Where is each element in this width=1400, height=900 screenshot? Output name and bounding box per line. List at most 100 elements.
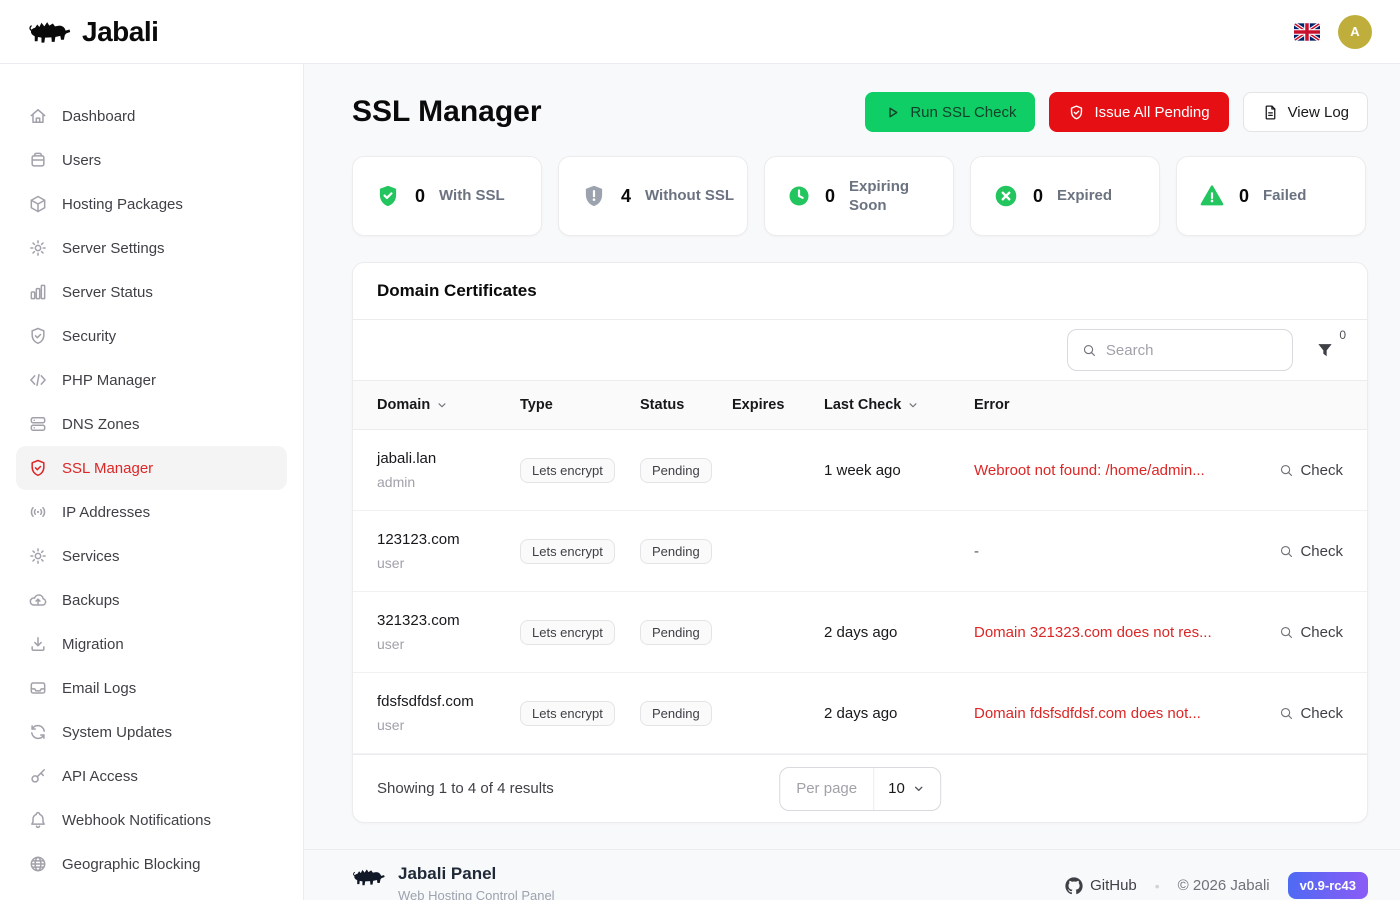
page-title: SSL Manager — [352, 95, 542, 129]
stat-label: Expired — [1057, 186, 1112, 206]
sidebar-item-label: Users — [62, 152, 101, 169]
sidebar-item-webhook-notifications[interactable]: Webhook Notifications — [16, 798, 287, 842]
search-input[interactable] — [1106, 342, 1278, 359]
globe-icon — [28, 854, 48, 874]
users-icon — [28, 150, 48, 170]
type-badge: Lets encrypt — [520, 620, 615, 645]
domain-user: user — [377, 636, 520, 652]
sidebar-item-users[interactable]: Users — [16, 138, 287, 182]
check-button[interactable]: Check — [1233, 543, 1343, 560]
search-icon — [1279, 463, 1294, 478]
sidebar: Dashboard Users Hosting Packages Server … — [0, 64, 304, 900]
sidebar-item-backups[interactable]: Backups — [16, 578, 287, 622]
sidebar-item-migration[interactable]: Migration — [16, 622, 287, 666]
shield-check-icon — [28, 458, 48, 478]
sidebar-item-server-settings[interactable]: Server Settings — [16, 226, 287, 270]
type-badge: Lets encrypt — [520, 701, 615, 726]
github-link[interactable]: GitHub — [1065, 877, 1137, 895]
stat-label: Without SSL — [645, 186, 734, 206]
shield-alert-icon — [581, 183, 607, 209]
bar-chart-icon — [28, 282, 48, 302]
sidebar-item-label: DNS Zones — [62, 416, 140, 433]
sidebar-item-ip-addresses[interactable]: IP Addresses — [16, 490, 287, 534]
cloud-upload-icon — [28, 590, 48, 610]
status-badge: Pending — [640, 620, 712, 645]
table-row: 321323.com user Lets encrypt Pending 2 d… — [353, 592, 1367, 673]
chevron-down-icon — [906, 398, 920, 412]
github-icon — [1065, 877, 1083, 895]
check-button[interactable]: Check — [1233, 705, 1343, 722]
filter-count-badge: 0 — [1339, 328, 1346, 342]
issue-all-pending-button[interactable]: Issue All Pending — [1049, 92, 1228, 132]
table-footer: Showing 1 to 4 of 4 results Per page 10 — [353, 754, 1367, 822]
sidebar-item-server-status[interactable]: Server Status — [16, 270, 287, 314]
table-row: fdsfsdfdsf.com user Lets encrypt Pending… — [353, 673, 1367, 754]
version-badge: v0.9-rc43 — [1288, 872, 1368, 899]
stat-value: 0 — [825, 186, 835, 207]
sidebar-item-php-manager[interactable]: PHP Manager — [16, 358, 287, 402]
sidebar-item-geographic-blocking[interactable]: Geographic Blocking — [16, 842, 287, 886]
sidebar-item-label: Server Status — [62, 284, 153, 301]
type-badge: Lets encrypt — [520, 458, 615, 483]
stat-value: 0 — [1033, 186, 1043, 207]
refresh-icon — [28, 722, 48, 742]
sidebar-item-dns-zones[interactable]: DNS Zones — [16, 402, 287, 446]
check-button[interactable]: Check — [1233, 462, 1343, 479]
code-icon — [28, 370, 48, 390]
domain-user: user — [377, 717, 520, 733]
column-header-domain[interactable]: Domain — [377, 397, 520, 413]
stat-label: Expiring Soon — [849, 177, 943, 216]
card-title: Domain Certificates — [377, 281, 1343, 301]
sidebar-item-hosting-packages[interactable]: Hosting Packages — [16, 182, 287, 226]
sidebar-item-system-updates[interactable]: System Updates — [16, 710, 287, 754]
broadcast-icon — [28, 502, 48, 522]
sidebar-item-label: System Updates — [62, 724, 172, 741]
home-icon — [28, 106, 48, 126]
clock-icon — [787, 183, 811, 209]
stat-card-expiring-soon: 0 Expiring Soon — [764, 156, 954, 236]
sidebar-item-security[interactable]: Security — [16, 314, 287, 358]
filter-button[interactable]: 0 — [1315, 340, 1335, 365]
main-content: SSL Manager Run SSL Check Issue All Pend… — [304, 64, 1400, 900]
user-avatar[interactable]: A — [1338, 15, 1372, 49]
table-row: jabali.lan admin Lets encrypt Pending 1 … — [353, 430, 1367, 511]
sidebar-item-email-logs[interactable]: Email Logs — [16, 666, 287, 710]
stat-label: Failed — [1263, 186, 1306, 206]
sidebar-item-ssl-manager[interactable]: SSL Manager — [16, 446, 287, 490]
search-icon — [1279, 544, 1294, 559]
gear-icon — [28, 546, 48, 566]
error-message: Domain fdsfsdfdsf.com does not... — [974, 705, 1233, 722]
domain-certificates-card: Domain Certificates 0 Domain — [352, 262, 1368, 823]
per-page-select[interactable]: Per page 10 — [779, 767, 941, 811]
copyright-text: © 2026 Jabali — [1178, 877, 1270, 894]
search-icon — [1082, 342, 1097, 359]
error-message: Domain 321323.com does not res... — [974, 624, 1233, 641]
document-icon — [1262, 104, 1279, 121]
download-icon — [28, 634, 48, 654]
column-header-error: Error — [974, 397, 1233, 413]
sidebar-item-api-access[interactable]: API Access — [16, 754, 287, 798]
table-header: Domain Type Status Expires Last Check Er… — [353, 380, 1367, 430]
key-icon — [28, 766, 48, 786]
per-page-value: 10 — [888, 780, 905, 797]
funnel-icon — [1315, 340, 1335, 360]
column-header-last-check[interactable]: Last Check — [824, 397, 974, 413]
error-message: - — [974, 543, 1233, 560]
domain-name: 321323.com — [377, 612, 520, 629]
column-header-type: Type — [520, 397, 640, 413]
server-icon — [28, 414, 48, 434]
view-log-label: View Log — [1288, 104, 1349, 121]
sidebar-item-label: SSL Manager — [62, 460, 153, 477]
play-icon — [884, 104, 901, 121]
check-button[interactable]: Check — [1233, 624, 1343, 641]
gear-icon — [28, 238, 48, 258]
uk-flag-icon[interactable] — [1294, 23, 1320, 41]
warning-triangle-icon — [1199, 183, 1225, 209]
view-log-button[interactable]: View Log — [1243, 92, 1368, 132]
sidebar-item-dashboard[interactable]: Dashboard — [16, 94, 287, 138]
footer-brand-name: Jabali Panel — [398, 864, 555, 884]
run-ssl-check-button[interactable]: Run SSL Check — [865, 92, 1035, 132]
search-icon — [1279, 706, 1294, 721]
sidebar-item-label: Security — [62, 328, 116, 345]
sidebar-item-services[interactable]: Services — [16, 534, 287, 578]
